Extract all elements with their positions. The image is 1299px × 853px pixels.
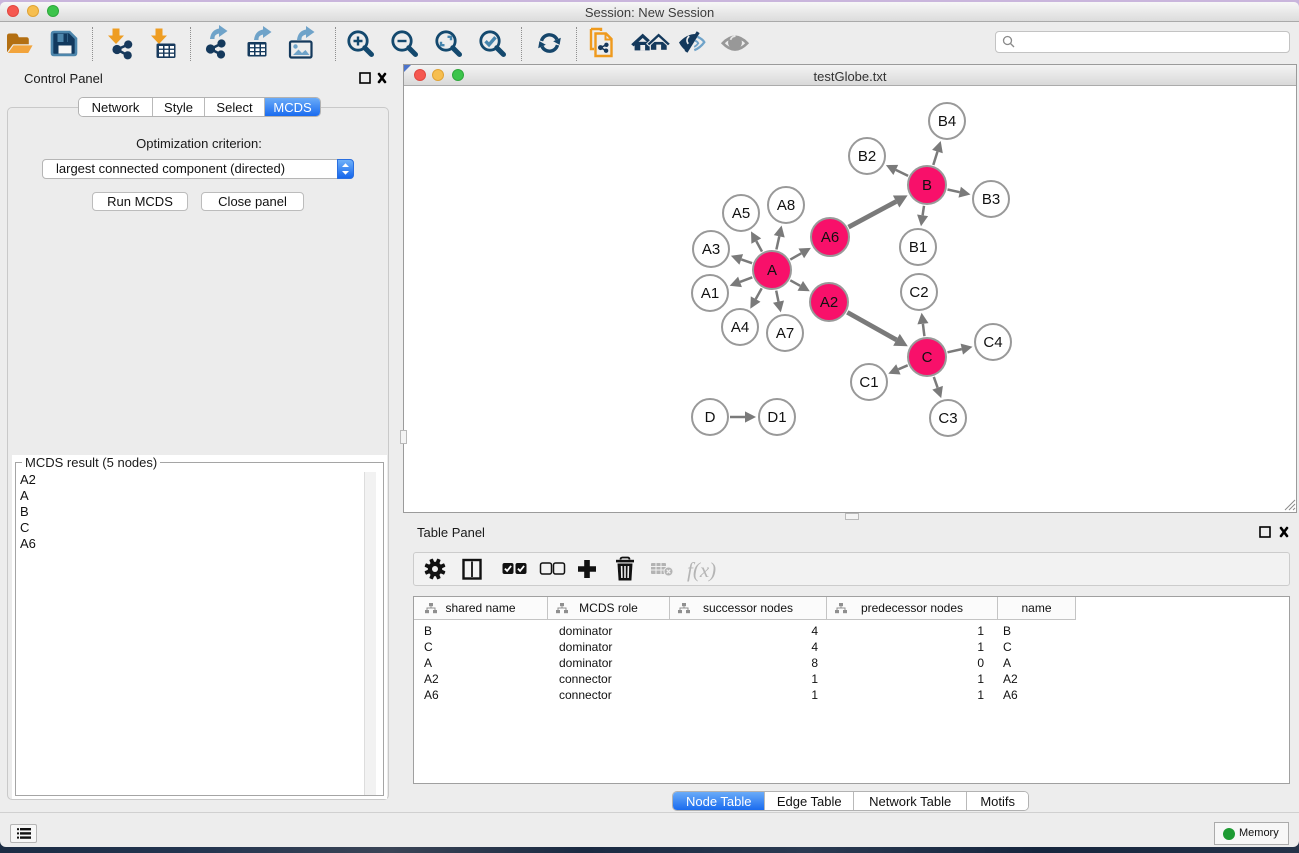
svg-text:C4: C4: [983, 334, 1002, 351]
svg-text:B3: B3: [982, 191, 1000, 208]
svg-text:A8: A8: [777, 197, 795, 214]
svg-text:A3: A3: [702, 241, 720, 258]
svg-text:A1: A1: [701, 285, 719, 302]
svg-text:A: A: [767, 262, 777, 279]
svg-text:A7: A7: [776, 325, 794, 342]
svg-text:B1: B1: [909, 239, 927, 256]
svg-text:C2: C2: [909, 284, 928, 301]
svg-text:D1: D1: [767, 409, 786, 426]
svg-text:A2: A2: [820, 294, 838, 311]
svg-text:f(x): f(x): [687, 558, 716, 582]
svg-text:B4: B4: [938, 113, 956, 130]
svg-text:C: C: [922, 349, 933, 366]
svg-text:D: D: [705, 409, 716, 426]
svg-text:C1: C1: [859, 374, 878, 391]
svg-text:B: B: [922, 177, 932, 194]
svg-text:A6: A6: [821, 229, 839, 246]
svg-text:A4: A4: [731, 319, 749, 336]
svg-text:C3: C3: [938, 410, 957, 427]
svg-text:B2: B2: [858, 148, 876, 165]
svg-text:A5: A5: [732, 205, 750, 222]
